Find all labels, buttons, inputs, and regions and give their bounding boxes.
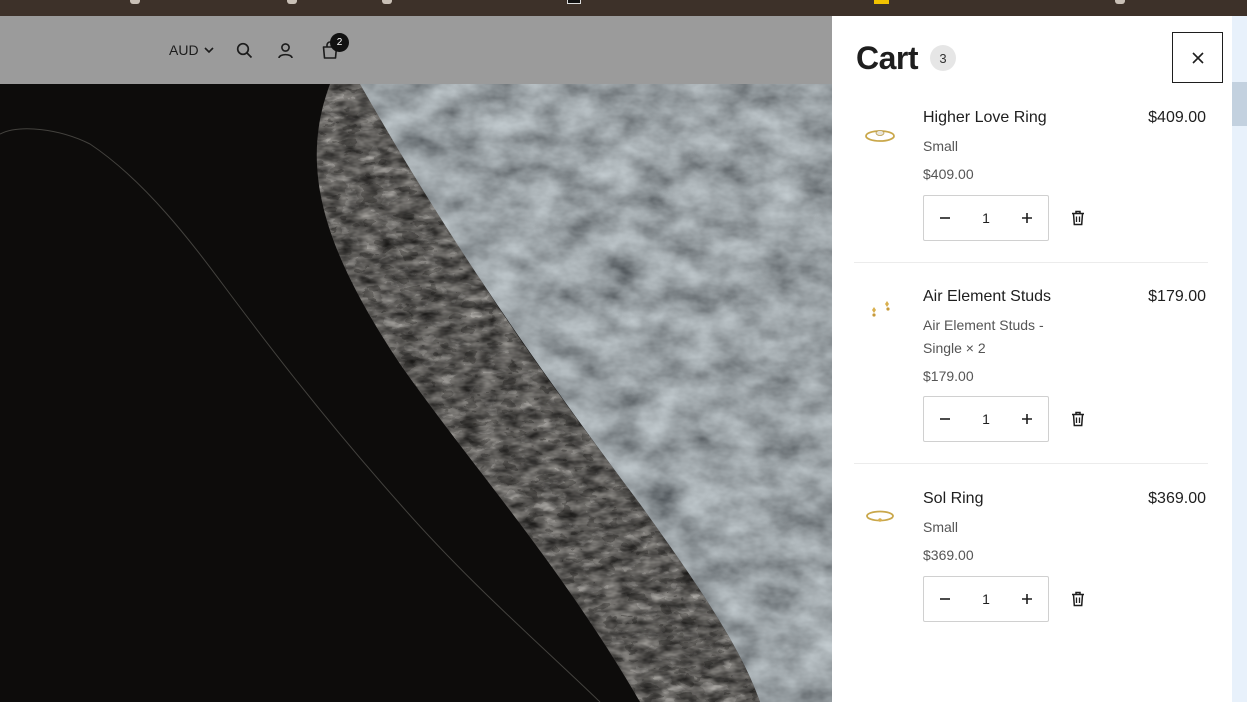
minus-icon bbox=[940, 598, 950, 600]
cart-drawer: Cart 3 Higher Love Ring $409.00 Small $4… bbox=[832, 16, 1232, 702]
trash-icon bbox=[1072, 591, 1084, 607]
item-name[interactable]: Higher Love Ring bbox=[923, 109, 1047, 127]
search-button[interactable] bbox=[236, 16, 253, 84]
trash-icon bbox=[1072, 210, 1084, 226]
item-divider bbox=[854, 463, 1208, 464]
strip-icon bbox=[130, 0, 140, 4]
remove-item-button[interactable] bbox=[1069, 209, 1087, 227]
item-price: $179.00 bbox=[1148, 288, 1206, 305]
strip-icon bbox=[287, 0, 297, 4]
quantity-stepper bbox=[923, 195, 1049, 241]
item-unit-price: $409.00 bbox=[923, 166, 974, 182]
increase-quantity-button[interactable] bbox=[1006, 577, 1048, 621]
close-icon bbox=[1191, 51, 1204, 64]
plus-icon bbox=[1022, 414, 1032, 424]
product-thumbnail[interactable] bbox=[862, 121, 898, 149]
browser-top-strip bbox=[0, 0, 1247, 16]
strip-icon bbox=[382, 0, 392, 4]
item-variant: Air Element Studs - Single × 2 bbox=[923, 317, 1044, 356]
quantity-input[interactable] bbox=[966, 196, 1006, 240]
remove-item-button[interactable] bbox=[1069, 410, 1087, 428]
remove-item-button[interactable] bbox=[1069, 590, 1087, 608]
page-scrollbar[interactable] bbox=[1232, 16, 1247, 702]
hero-image bbox=[0, 84, 832, 702]
account-icon bbox=[278, 42, 293, 58]
quantity-input[interactable] bbox=[966, 397, 1006, 441]
item-name[interactable]: Air Element Studs bbox=[923, 288, 1051, 306]
cart-item: Air Element Studs $179.00 Air Element St… bbox=[854, 288, 1208, 458]
cart-title: Cart bbox=[856, 40, 919, 76]
strip-icon bbox=[1115, 0, 1125, 4]
decrease-quantity-button[interactable] bbox=[924, 196, 966, 240]
quantity-stepper bbox=[923, 396, 1049, 442]
decrease-quantity-button[interactable] bbox=[924, 577, 966, 621]
cart-item: Sol Ring $369.00 Small $369.00 bbox=[854, 490, 1208, 640]
currency-label: AUD bbox=[169, 42, 199, 58]
search-icon bbox=[236, 42, 253, 58]
trash-icon bbox=[1072, 411, 1084, 427]
item-unit-price: $179.00 bbox=[923, 368, 974, 384]
chevron-down-icon bbox=[203, 47, 214, 54]
item-variant: Small bbox=[923, 519, 959, 535]
product-thumbnail[interactable] bbox=[862, 502, 898, 530]
strip-icon bbox=[874, 0, 889, 4]
increase-quantity-button[interactable] bbox=[1006, 196, 1048, 240]
minus-icon bbox=[940, 217, 950, 219]
plus-icon bbox=[1022, 213, 1032, 223]
decrease-quantity-button[interactable] bbox=[924, 397, 966, 441]
close-cart-button[interactable] bbox=[1172, 32, 1223, 83]
item-price: $369.00 bbox=[1148, 490, 1206, 507]
cart-item-count: 3 bbox=[930, 45, 956, 71]
strip-icon bbox=[567, 0, 581, 4]
site-header: AUD 2 bbox=[0, 16, 832, 84]
quantity-stepper bbox=[923, 576, 1049, 622]
item-divider bbox=[854, 262, 1208, 263]
item-unit-price: $369.00 bbox=[923, 547, 974, 563]
currency-selector[interactable]: AUD bbox=[169, 16, 215, 84]
increase-quantity-button[interactable] bbox=[1006, 397, 1048, 441]
plus-icon bbox=[1022, 594, 1032, 604]
item-name[interactable]: Sol Ring bbox=[923, 490, 983, 508]
item-price: $409.00 bbox=[1148, 109, 1206, 126]
quantity-input[interactable] bbox=[966, 577, 1006, 621]
account-button[interactable] bbox=[277, 16, 294, 84]
product-thumbnail[interactable] bbox=[862, 295, 898, 323]
cart-item: Higher Love Ring $409.00 Small $409.00 bbox=[854, 109, 1208, 259]
minus-icon bbox=[940, 418, 950, 420]
cart-count-badge: 2 bbox=[330, 33, 349, 52]
item-variant: Small bbox=[923, 138, 959, 154]
scrollbar-thumb[interactable] bbox=[1232, 82, 1247, 126]
